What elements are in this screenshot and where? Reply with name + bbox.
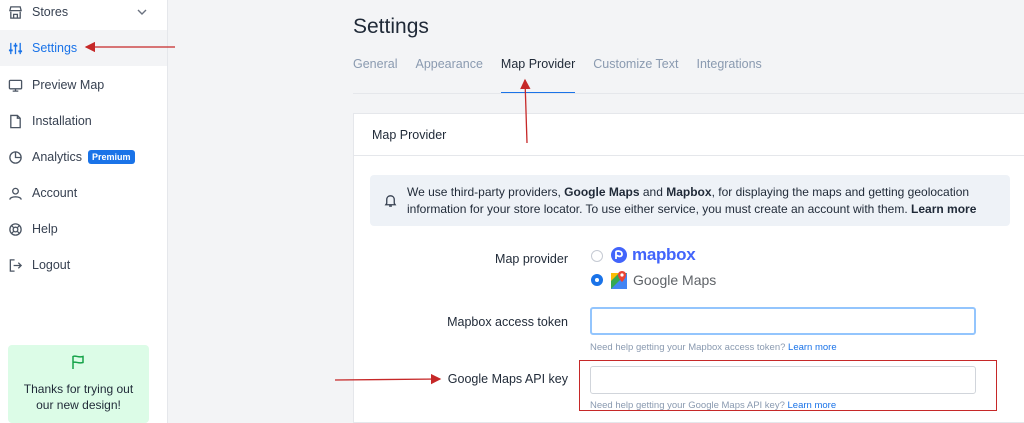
notice-mapbox: Mapbox [666,185,712,199]
sidebar: Stores Settings Preview Map Installation… [0,0,168,423]
mapbox-logo[interactable]: mapbox [610,245,696,265]
sidebar-item-settings[interactable]: Settings [0,30,167,66]
sidebar-item-help[interactable]: Help [0,211,167,247]
google-key-label: Google Maps API key [447,372,568,386]
sliders-icon [8,41,23,56]
promo-card: Thanks for trying out our new design! [8,345,149,423]
sidebar-item-label: Analytics [32,150,83,164]
tab-integrations[interactable]: Integrations [696,57,761,93]
mapbox-icon [610,246,628,264]
radio-mapbox[interactable] [591,250,603,262]
sidebar-item-label: Stores [32,5,69,19]
mapbox-token-input[interactable] [590,307,976,335]
info-notice: We use third-party providers, Google Map… [370,175,1010,226]
annotation-box [579,360,997,411]
chevron-down-icon[interactable] [136,6,148,18]
google-maps-option-label: Google Maps [633,272,717,288]
tab-customize-text[interactable]: Customize Text [593,57,678,93]
sidebar-item-label: Logout [32,258,71,272]
help-text: Need help getting your Mapbox access tok… [590,342,786,353]
sidebar-item-stores[interactable]: Stores [0,0,167,30]
notice-google-maps: Google Maps [564,185,640,199]
page-title: Settings [353,15,429,38]
tab-appearance[interactable]: Appearance [415,57,482,93]
settings-tabs: General Appearance Map Provider Customiz… [353,57,780,93]
radio-google-maps[interactable] [591,274,603,286]
sidebar-item-account[interactable]: Account [0,175,167,211]
bell-icon [383,193,398,208]
promo-line-1: Thanks for trying out [23,382,134,396]
promo-line-2: our new design! [36,398,121,412]
user-icon [8,186,23,201]
notice-learn-more-link[interactable]: Learn more [911,202,976,216]
notice-part: and [639,185,667,199]
sidebar-item-label: Installation [32,114,92,128]
mapbox-learn-more-link[interactable]: Learn more [788,342,837,353]
sidebar-item-label: Help [32,222,58,236]
sidebar-item-logout[interactable]: Logout [0,247,167,283]
file-icon [8,114,23,129]
notice-text: We use third-party providers, Google Map… [407,184,1003,218]
monitor-icon [8,78,23,93]
premium-badge: Premium [88,150,135,164]
chart-pie-icon [8,150,23,165]
sidebar-item-label: Preview Map [32,78,105,92]
store-icon [8,5,23,20]
sidebar-item-installation[interactable]: Installation [0,103,167,139]
tab-map-provider[interactable]: Map Provider [500,57,576,93]
sidebar-item-label: Settings [32,41,78,55]
tabs-divider [353,93,1024,94]
sidebar-item-preview-map[interactable]: Preview Map [0,67,167,103]
notice-part: We use third-party providers, [407,185,565,199]
card-title: Map Provider [354,114,1024,156]
lifebuoy-icon [8,222,23,237]
sidebar-item-label: Account [32,186,78,200]
google-maps-pin-icon [610,270,628,290]
logout-icon [8,258,23,273]
flag-icon [70,354,86,370]
tab-general[interactable]: General [353,57,397,93]
mapbox-token-help: Need help getting your Mapbox access tok… [590,342,837,353]
sidebar-item-analytics[interactable]: Analytics Premium [0,139,167,175]
map-provider-label: Map provider [495,252,568,266]
mapbox-option-label: mapbox [632,245,696,264]
mapbox-token-label: Mapbox access token [447,315,568,329]
google-maps-logo[interactable]: Google Maps [610,270,716,290]
